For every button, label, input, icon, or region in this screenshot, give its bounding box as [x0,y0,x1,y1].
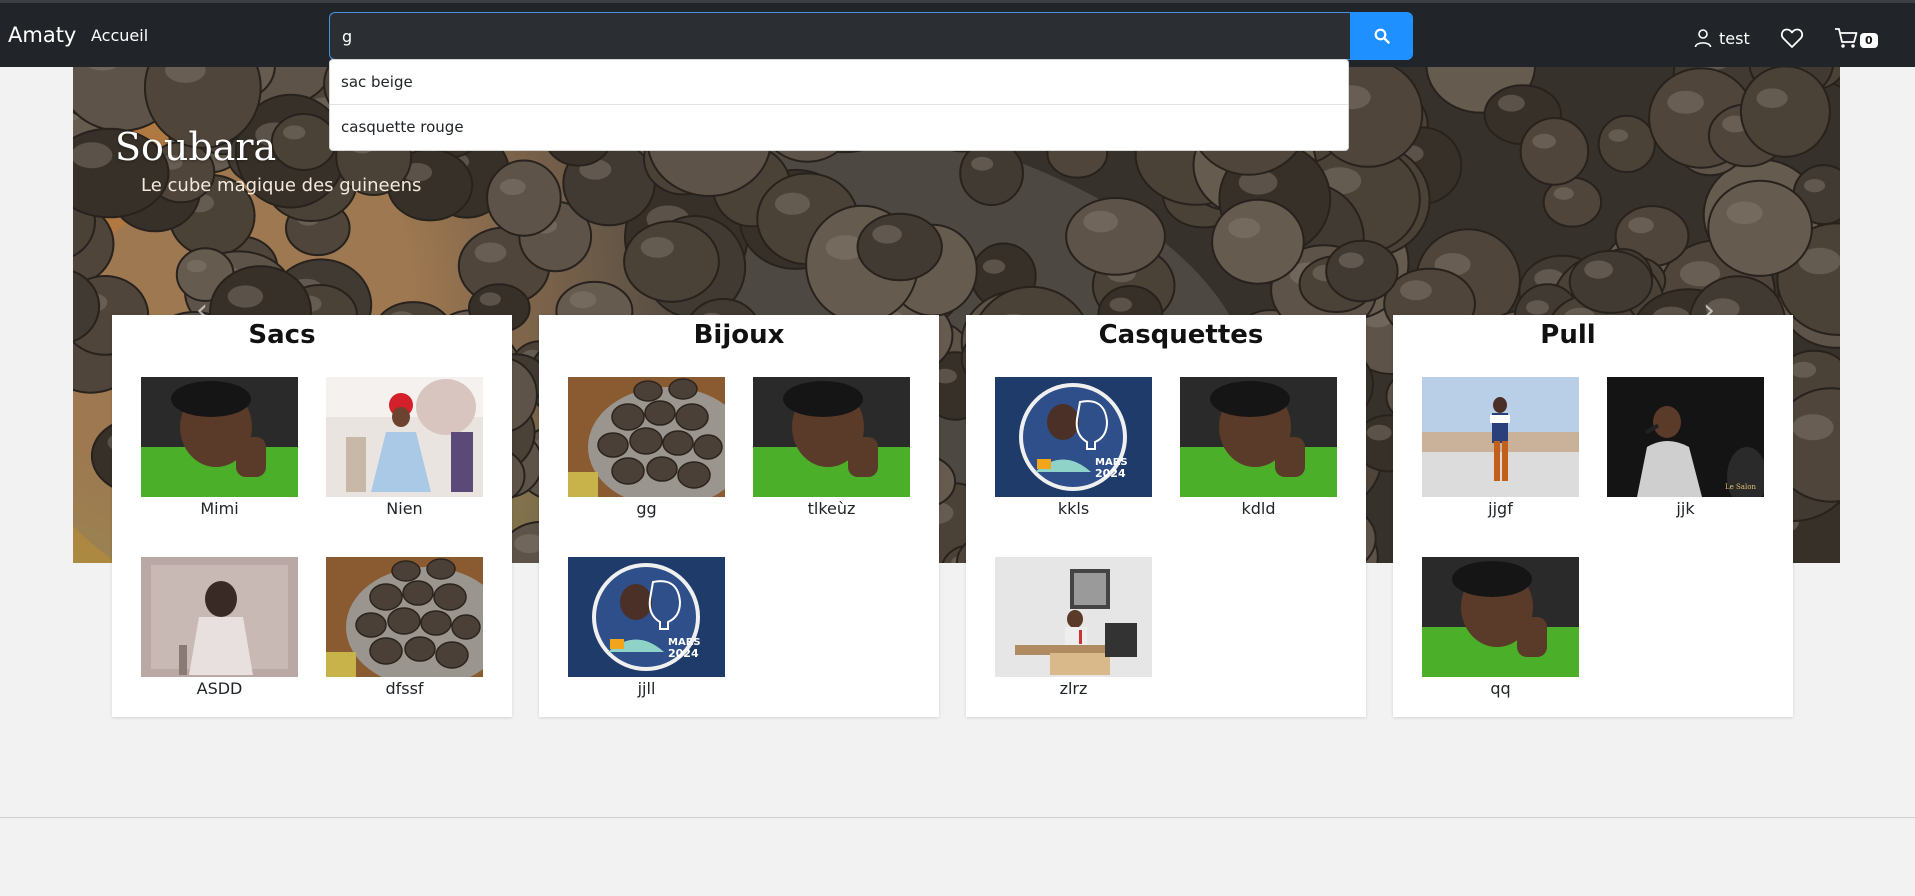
category-title[interactable]: Bijoux [539,315,939,353]
category-card-pull: Pull jjgf Le Salon jjk qq [1393,315,1793,717]
product-item[interactable]: dfssf [326,557,483,698]
product-image[interactable] [1422,377,1579,497]
user-icon [1694,29,1712,48]
product-image[interactable] [326,557,483,677]
product-image[interactable] [326,377,483,497]
user-name: test [1719,28,1750,48]
product-name[interactable]: jjk [1607,499,1764,518]
product-image[interactable] [141,377,298,497]
category-card-sacs: Sacs Mimi Nien ASDD dfssf [112,315,512,717]
hero-subtitle: Le cube magique des guineens [141,175,422,196]
product-name[interactable]: ASDD [141,679,298,698]
hero-title: Soubara [115,125,277,169]
search-input[interactable] [329,12,1350,60]
product-item[interactable]: MARS 2024 jjll [568,557,725,698]
product-name[interactable]: gg [568,499,725,518]
search-button[interactable] [1350,12,1413,60]
product-image[interactable] [1180,377,1337,497]
nav-home-link[interactable]: Accueil [91,26,148,45]
product-name[interactable]: qq [1422,679,1579,698]
product-item[interactable]: zlrz [995,557,1152,698]
product-name[interactable]: kkls [995,499,1152,518]
category-card-bijoux: Bijoux gg tlkeùz MARS 2024 jjll [539,315,939,717]
product-image[interactable]: MARS 2024 [568,557,725,677]
product-name[interactable]: jjll [568,679,725,698]
suggestion-item[interactable]: sac beige [330,60,1348,105]
search-bar [329,12,1413,60]
cart-icon [1835,28,1858,48]
product-item[interactable]: MARS 2024 kkls [995,377,1152,518]
category-card-casquettes: Casquettes MARS 2024 kkls kdld zlrz [966,315,1366,717]
product-image[interactable] [141,557,298,677]
wishlist-link[interactable] [1780,25,1804,51]
product-item[interactable]: kdld [1180,377,1337,518]
heart-icon [1780,28,1804,48]
product-name[interactable]: tlkeùz [753,499,910,518]
product-image[interactable]: Le Salon [1607,377,1764,497]
product-name[interactable]: zlrz [995,679,1152,698]
product-item[interactable]: ASDD [141,557,298,698]
svg-text:2024: 2024 [1095,467,1126,480]
user-account-link[interactable]: test [1693,25,1750,51]
category-title[interactable]: Sacs [112,315,512,353]
product-item[interactable]: gg [568,377,725,518]
cart-link[interactable]: 0 [1834,25,1878,51]
top-navbar: Amaty Accueil test 0 [0,0,1915,67]
product-image[interactable] [995,557,1152,677]
product-item[interactable]: Mimi [141,377,298,518]
product-item[interactable]: qq [1422,557,1579,698]
product-item[interactable]: tlkeùz [753,377,910,518]
suggestion-item[interactable]: casquette rouge [330,105,1348,150]
cart-count-badge: 0 [1860,32,1878,48]
product-name[interactable]: dfssf [326,679,483,698]
product-name[interactable]: Nien [326,499,483,518]
product-image[interactable] [568,377,725,497]
category-title[interactable]: Casquettes [966,315,1366,353]
product-name[interactable]: jjgf [1422,499,1579,518]
product-item[interactable]: jjgf [1422,377,1579,518]
search-icon [1374,28,1390,44]
product-item[interactable]: Le Salon jjk [1607,377,1764,518]
svg-text:Le Salon: Le Salon [1725,483,1756,491]
search-suggestions-dropdown: sac beige casquette rouge [329,59,1349,151]
product-image[interactable] [1422,557,1579,677]
svg-text:2024: 2024 [668,647,699,660]
product-name[interactable]: Mimi [141,499,298,518]
product-name[interactable]: kdld [1180,499,1337,518]
product-image[interactable] [753,377,910,497]
footer-divider [0,817,1915,818]
category-title[interactable]: Pull [1393,315,1793,353]
product-image[interactable]: MARS 2024 [995,377,1152,497]
product-item[interactable]: Nien [326,377,483,518]
brand-logo[interactable]: Amaty [8,23,76,47]
